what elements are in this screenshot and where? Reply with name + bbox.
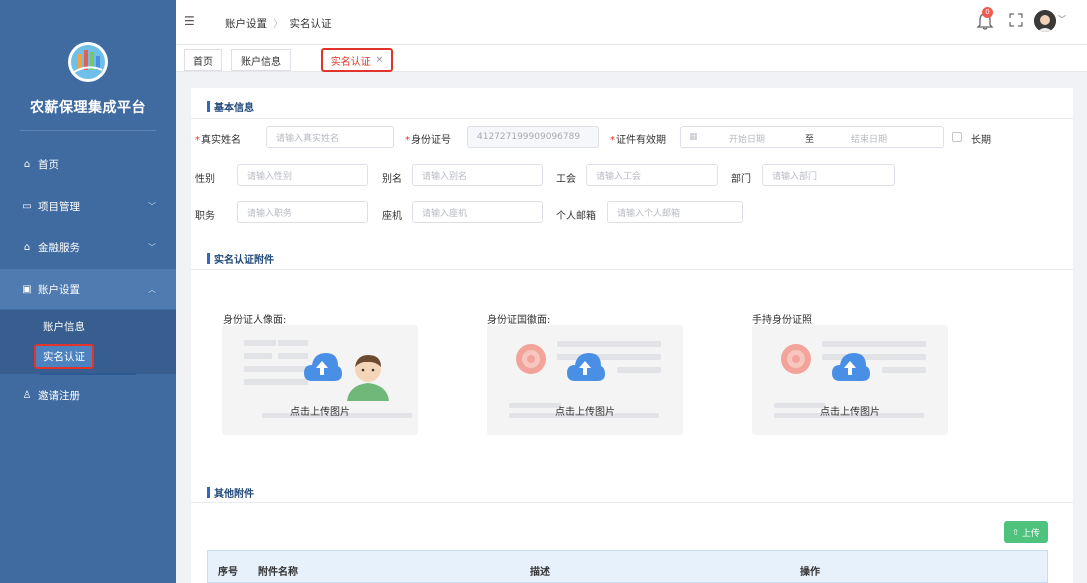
tab-label: 首页 <box>193 56 213 68</box>
section-title-other: 其他附件 <box>207 485 254 500</box>
close-icon[interactable]: × <box>376 55 384 65</box>
upload-card-handheld[interactable]: 点击上传图片 <box>752 325 948 435</box>
id-number-label: *身份证号 <box>405 135 451 146</box>
upload-label-back: 身份证国徽面: <box>487 315 551 326</box>
id-card-icon: ▣ <box>22 283 32 295</box>
sidebar-item-account-settings[interactable]: ▣ 账户设置 ︿ <box>0 269 176 309</box>
sidebar-item-label: 项目管理 <box>38 200 80 213</box>
upload-card-front[interactable]: 点击上传图片 <box>222 325 418 435</box>
id-number-input[interactable]: 412727199909096789 <box>467 126 599 148</box>
tab-label: 实名认证 <box>330 56 371 68</box>
brand-name: 农薪保理集成平台 <box>30 100 146 116</box>
department-label: 部门 <box>731 174 751 185</box>
sidebar-item-projects[interactable]: ▭ 项目管理 ﹀ <box>0 186 176 226</box>
column-header: 操作 <box>800 567 820 578</box>
upload-button-label: 上传 <box>1021 528 1040 539</box>
position-label: 职务 <box>195 211 215 222</box>
bank-icon: ⌂ <box>23 241 31 253</box>
upload-text: 点击上传图片 <box>290 407 350 418</box>
breadcrumb-item[interactable]: 账户设置 <box>225 18 267 30</box>
sidebar-item-label: 账户设置 <box>38 283 80 296</box>
upload-label-front: 身份证人像面: <box>223 315 287 326</box>
breadcrumb-separator-icon: 〉 <box>273 18 284 30</box>
long-term-checkbox[interactable] <box>952 132 962 142</box>
email-input[interactable]: 请输入个人邮箱 <box>607 201 743 223</box>
chevron-down-icon[interactable]: ﹀ <box>1058 14 1066 25</box>
upload-label-handheld: 手持身份证照 <box>752 315 812 326</box>
chevron-down-icon: ﹀ <box>148 201 156 211</box>
fullscreen-icon[interactable] <box>1008 12 1024 28</box>
real-name-label: *真实姓名 <box>195 135 241 146</box>
upload-card-back[interactable]: 点击上传图片 <box>487 325 683 435</box>
tab-account-info[interactable]: 账户信息 <box>231 49 291 71</box>
sidebar-item-label: 首页 <box>38 158 59 171</box>
start-date-placeholder: 开始日期 <box>729 135 766 145</box>
cloud-upload-icon <box>832 353 870 381</box>
landline-input[interactable]: 请输入座机 <box>412 201 543 223</box>
chevron-down-icon: ﹀ <box>148 242 156 252</box>
long-term-label: 长期 <box>971 135 991 146</box>
department-input[interactable]: 请输入部门 <box>762 164 895 186</box>
user-icon: ♙ <box>22 389 32 401</box>
sidebar-subitem-label: 账户信息 <box>43 321 85 333</box>
upload-text: 点击上传图片 <box>555 407 615 418</box>
sidebar: 农薪保理集成平台 ⌂ 首页 ▭ 项目管理 ﹀ ⌂ 金融服务 ﹀ ▣ 账户设置 ︿… <box>0 0 176 583</box>
alias-label: 别名 <box>382 174 402 185</box>
cloud-upload-icon <box>304 353 342 381</box>
attachments-table-header: 序号 附件名称 描述 操作 <box>207 550 1048 583</box>
union-label: 工会 <box>556 174 576 185</box>
cloud-upload-icon <box>567 353 605 381</box>
landline-label: 座机 <box>382 211 402 222</box>
section-title-basic: 基本信息 <box>207 99 254 114</box>
sidebar-item-finance[interactable]: ⌂ 金融服务 ﹀ <box>0 227 176 267</box>
gender-label: 性别 <box>195 174 215 185</box>
sidebar-item-invite[interactable]: ♙ 邀请注册 <box>0 375 176 415</box>
sidebar-divider <box>20 130 156 131</box>
column-header: 附件名称 <box>258 567 298 578</box>
upload-text: 点击上传图片 <box>820 407 880 418</box>
section-title-attachments: 实名认证附件 <box>207 251 274 266</box>
sidebar-item-home[interactable]: ⌂ 首页 <box>0 144 176 184</box>
validity-date-range[interactable]: ▦ 开始日期 至 结束日期 <box>680 126 944 148</box>
tab-label: 账户信息 <box>241 56 281 68</box>
section-divider <box>191 502 1073 503</box>
notification-badge: 0 <box>982 7 993 18</box>
date-range-separator: 至 <box>805 135 815 145</box>
national-emblem-icon <box>516 344 546 374</box>
folder-icon: ▭ <box>22 200 32 212</box>
home-icon: ⌂ <box>23 158 31 170</box>
breadcrumb-current: 实名认证 <box>289 18 332 30</box>
validity-label: *证件有效期 <box>610 135 666 146</box>
chevron-up-icon: ︿ <box>148 284 156 294</box>
upload-button[interactable]: ⇧ 上传 <box>1004 521 1048 543</box>
real-name-input[interactable]: 请输入真实姓名 <box>266 126 394 148</box>
menu-toggle-icon[interactable]: ☰ <box>184 14 195 28</box>
union-input[interactable]: 请输入工会 <box>586 164 718 186</box>
breadcrumb: 账户设置〉实名认证 <box>225 16 332 31</box>
gender-input[interactable]: 请输入性别 <box>237 164 368 186</box>
brand-logo <box>68 42 108 82</box>
calendar-icon: ▦ <box>689 132 698 142</box>
avatar[interactable] <box>1034 10 1056 32</box>
section-divider <box>191 118 1073 119</box>
tab-bar: 首页 账户信息 实名认证 × <box>176 44 1087 72</box>
section-divider <box>191 269 1073 270</box>
column-header: 序号 <box>218 567 238 578</box>
sidebar-item-label: 金融服务 <box>38 241 80 254</box>
position-input[interactable]: 请输入职务 <box>237 201 368 223</box>
sidebar-subitem-label: 实名认证 <box>43 351 85 363</box>
column-header: 描述 <box>530 567 550 578</box>
person-portrait-icon <box>347 355 389 401</box>
alias-input[interactable]: 请输入别名 <box>412 164 543 186</box>
end-date-placeholder: 结束日期 <box>851 135 888 145</box>
top-bar: ☰ 账户设置〉实名认证 0 ﹀ <box>176 0 1087 44</box>
tab-home[interactable]: 首页 <box>184 49 222 71</box>
sidebar-subitem-real-name[interactable]: 实名认证 <box>34 344 94 369</box>
tab-real-name[interactable]: 实名认证 × <box>321 48 393 72</box>
email-label: 个人邮箱 <box>556 211 596 222</box>
upload-icon: ⇧ <box>1012 527 1019 537</box>
sidebar-item-label: 邀请注册 <box>38 389 80 402</box>
national-emblem-icon <box>781 344 811 374</box>
